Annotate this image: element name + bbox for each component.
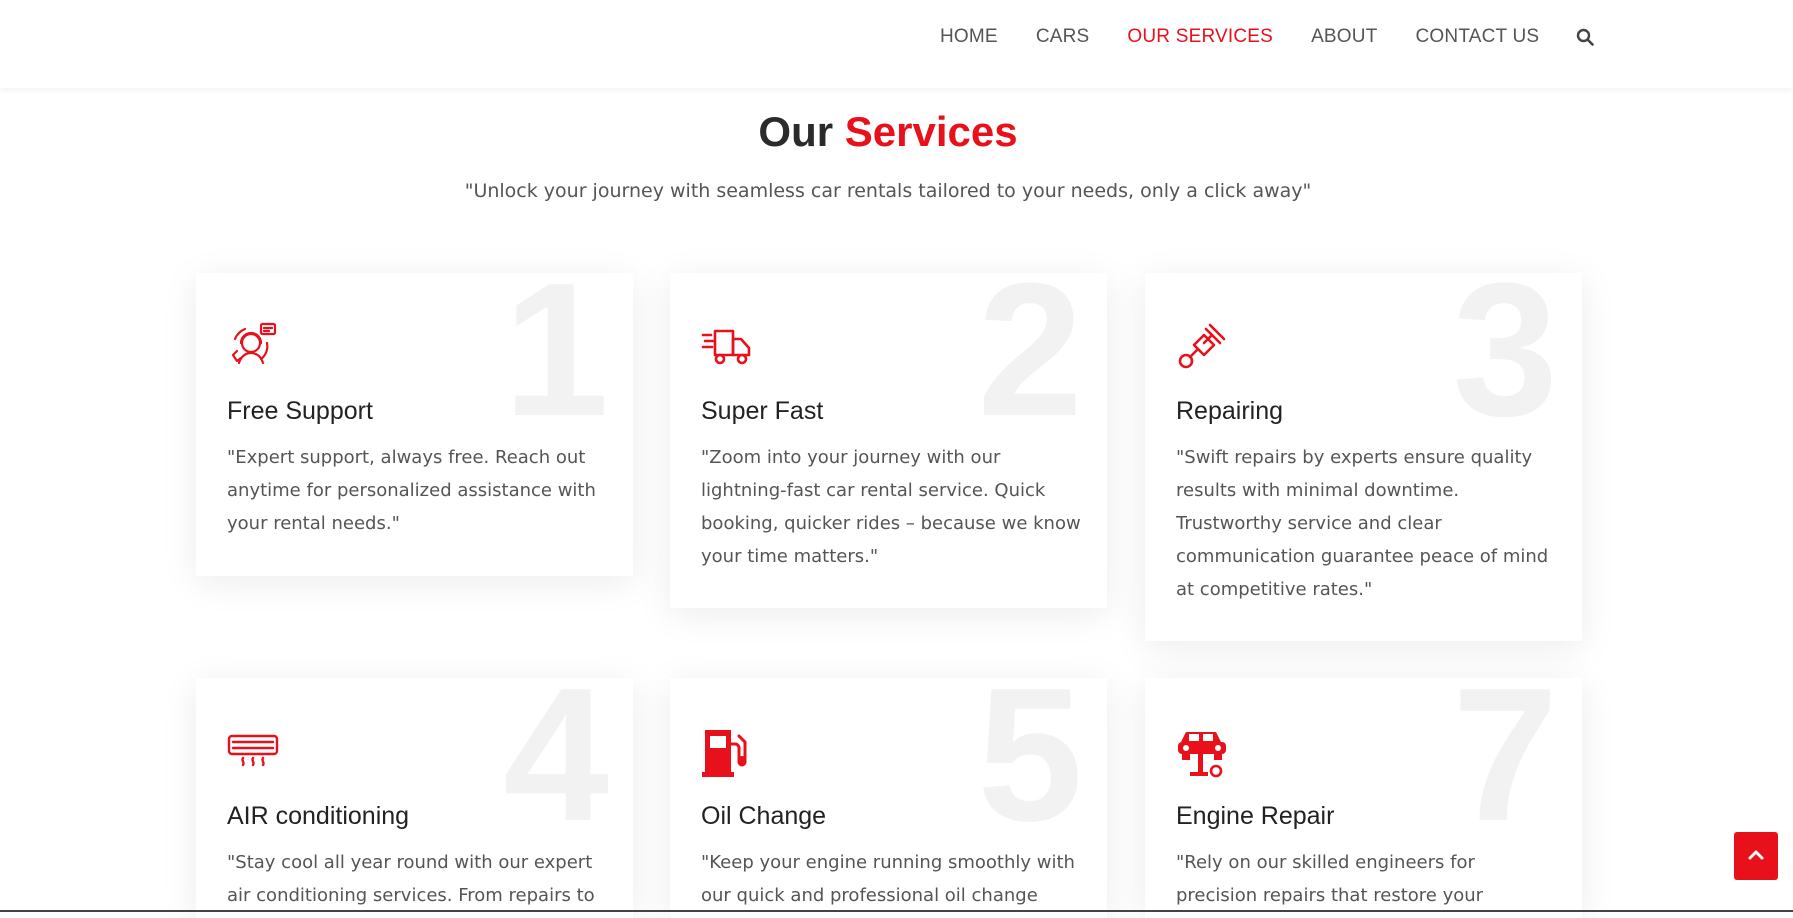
card-number: 5 <box>977 678 1083 861</box>
card-title: Free Support <box>227 397 373 425</box>
card-text: "Swift repairs by experts ensure quality… <box>1176 447 1549 600</box>
card-number: 4 <box>503 678 609 861</box>
site-header: HOME CARS OUR SERVICES ABOUT CONTACT US <box>0 0 1793 88</box>
chevron-up-icon <box>1748 847 1764 865</box>
fuel-pump-icon <box>701 726 753 778</box>
card-number: 2 <box>977 273 1083 456</box>
card-text: "Rely on our skilled engineers for preci… <box>1176 852 1484 906</box>
card-number: 3 <box>1452 273 1558 456</box>
card-number: 1 <box>503 273 609 456</box>
card-title: AIR conditioning <box>227 802 410 830</box>
nav-about[interactable]: ABOUT <box>1311 26 1377 48</box>
section-title: Our Services <box>0 108 1776 156</box>
service-card-air-conditioning: 4 AIR conditioning "Stay cool all year r… <box>196 678 633 918</box>
service-card-repairing: 3 Repairing "Swift repairs by experts en… <box>1145 273 1582 641</box>
support-agent-icon <box>227 321 279 373</box>
service-card-oil-change: 5 Oil Change "Keep your engine running s… <box>670 678 1107 918</box>
card-title: Engine Repair <box>1176 802 1335 830</box>
nav-home[interactable]: HOME <box>940 26 998 48</box>
card-title: Repairing <box>1176 397 1284 425</box>
nav-cars[interactable]: CARS <box>1036 26 1090 48</box>
search-icon[interactable] <box>1573 25 1597 49</box>
nav-our-services[interactable]: OUR SERVICES <box>1127 26 1273 48</box>
card-text: "Expert support, always free. Reach out … <box>227 447 596 534</box>
card-title: Super Fast <box>701 397 824 425</box>
car-lift-icon <box>1176 726 1228 778</box>
card-text: "Keep your engine running smoothly with … <box>701 852 1075 906</box>
card-text: "Zoom into your journey with our lightni… <box>701 447 1081 567</box>
nav-contact-us[interactable]: CONTACT US <box>1416 26 1540 48</box>
fast-truck-icon <box>701 321 753 373</box>
service-card-super-fast: 2 Super Fast "Zoom into your journey wit… <box>670 273 1107 608</box>
section-title-main: Our <box>758 108 834 155</box>
air-conditioner-icon <box>227 726 279 778</box>
section-title-accent: Services <box>844 108 1018 155</box>
service-card-engine-repair: 7 Engine Repair "Rely on our skilled eng… <box>1145 678 1582 918</box>
section-subtitle: "Unlock your journey with seamless car r… <box>464 180 1312 202</box>
card-text: "Stay cool all year round with our exper… <box>227 852 595 906</box>
service-card-free-support: 1 Free Support "Expert support, always f… <box>196 273 633 576</box>
main-nav: HOME CARS OUR SERVICES ABOUT CONTACT US <box>940 0 1597 73</box>
card-title: Oil Change <box>701 802 827 830</box>
spark-plug-icon <box>1176 321 1228 373</box>
card-number: 7 <box>1452 678 1558 861</box>
back-to-top-button[interactable] <box>1734 832 1778 880</box>
